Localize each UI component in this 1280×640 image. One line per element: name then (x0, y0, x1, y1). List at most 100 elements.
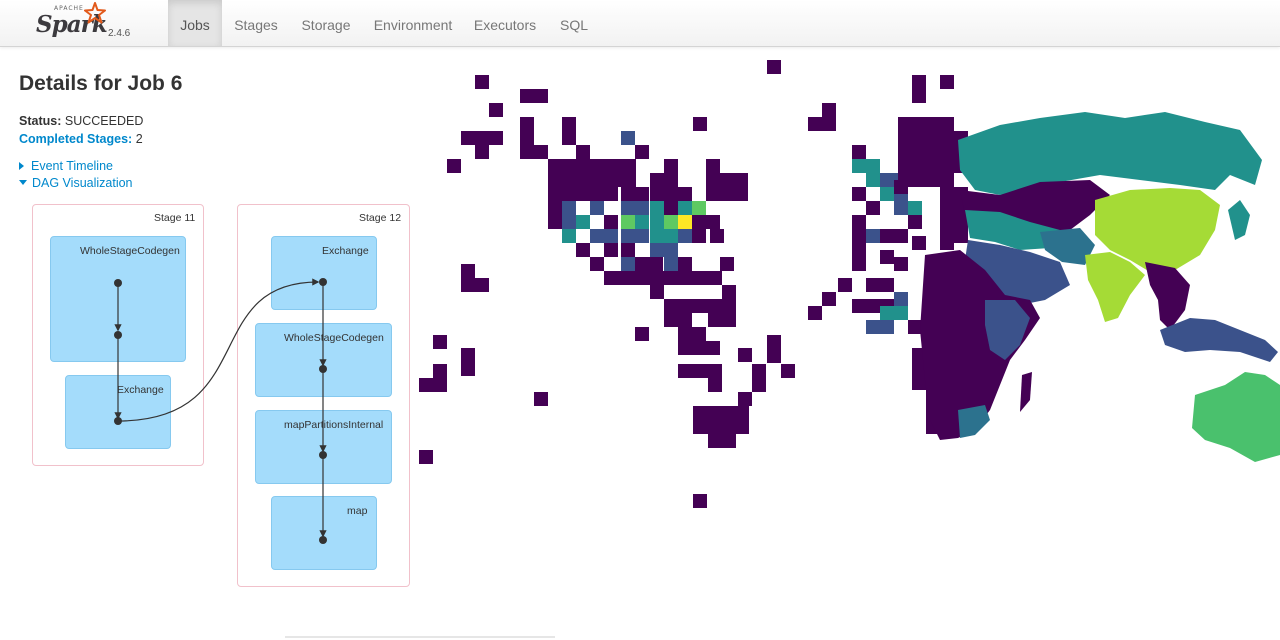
map-cell (576, 243, 590, 257)
job-status: Status: SUCCEEDED (19, 114, 143, 128)
map-cell (621, 229, 649, 243)
op-label-exchange-s12: Exchange (322, 245, 369, 257)
completed-stages-label[interactable]: Completed Stages: (19, 132, 132, 146)
map-cell (678, 229, 692, 243)
map-cell (852, 159, 880, 173)
map-cell (635, 215, 649, 229)
map-cell (678, 327, 706, 341)
map-cell (475, 75, 489, 89)
map-cell (708, 434, 736, 448)
spark-logo[interactable]: APACHE Spark 2.4.6 (34, 2, 144, 44)
map-cell (852, 145, 866, 159)
map-cell (604, 243, 618, 257)
status-label: Status: (19, 114, 62, 128)
event-timeline-toggle[interactable]: Event Timeline (19, 159, 113, 173)
map-cell (461, 348, 475, 376)
map-cell (738, 348, 752, 362)
tab-executors[interactable]: Executors (466, 0, 544, 46)
map-cell (447, 159, 461, 173)
map-cell (433, 335, 447, 349)
tab-sql[interactable]: SQL (548, 0, 600, 46)
map-cell (548, 187, 562, 229)
map-cell (489, 103, 503, 117)
spark-version: 2.4.6 (108, 28, 131, 39)
completed-stages[interactable]: Completed Stages: 2 (19, 132, 143, 146)
map-cell (650, 201, 664, 215)
map-cell (562, 117, 576, 145)
map-cell (664, 159, 678, 173)
dag-visualization-label[interactable]: DAG Visualization (32, 176, 133, 190)
map-cell (534, 145, 548, 159)
tab-jobs[interactable]: Jobs (168, 0, 222, 46)
map-cell (894, 229, 908, 243)
map-region-south-africa (958, 405, 990, 438)
map-cell (708, 378, 722, 392)
tab-stages[interactable]: Stages (224, 0, 288, 46)
status-value: SUCCEEDED (64, 114, 144, 128)
map-cell (908, 215, 922, 229)
tab-storage[interactable]: Storage (291, 0, 361, 46)
map-cell (692, 341, 720, 355)
map-cell (650, 173, 678, 201)
map-cell (722, 285, 736, 299)
map-cell (548, 159, 636, 187)
map-cell (898, 117, 926, 187)
map-cell (621, 215, 635, 229)
map-regions (920, 112, 1280, 462)
map-cell (562, 229, 576, 243)
dag-visualization-toggle[interactable]: DAG Visualization (19, 176, 133, 190)
map-cell (621, 187, 649, 201)
map-cells (419, 60, 968, 508)
bottom-divider (285, 636, 555, 638)
map-cell (693, 117, 707, 131)
map-region-madagascar (1020, 372, 1032, 412)
map-cell (621, 257, 635, 271)
map-cell (693, 406, 749, 434)
map-region-japan (1228, 200, 1250, 240)
map-cell (693, 494, 707, 508)
map-region-southeast-asia (1145, 262, 1190, 330)
map-cell (621, 131, 635, 145)
map-cell (852, 187, 866, 201)
map-cell (604, 187, 618, 201)
map-cell (908, 320, 922, 334)
event-timeline-label[interactable]: Event Timeline (31, 159, 113, 173)
op-label-map-s12: map (347, 505, 368, 517)
map-region-russia (958, 112, 1262, 195)
map-cell (562, 187, 604, 201)
map-cell (461, 264, 475, 278)
map-cell (635, 257, 663, 271)
map-cell (576, 145, 590, 159)
map-region-indonesia (1160, 318, 1278, 362)
map-cell (880, 229, 894, 243)
map-cell (664, 201, 678, 215)
completed-stages-count: 2 (135, 132, 143, 146)
map-cell (678, 364, 722, 378)
map-cell (650, 285, 664, 299)
map-cell (590, 229, 618, 243)
map-cell (520, 117, 534, 159)
top-navbar: APACHE Spark 2.4.6 Jobs Stages Storage E… (0, 0, 1280, 47)
map-cell (461, 278, 489, 292)
map-cell (692, 229, 706, 243)
map-cell (767, 335, 781, 363)
map-cell (866, 201, 880, 215)
map-cell (475, 145, 489, 159)
map-cell (664, 299, 736, 313)
map-cell (866, 278, 894, 292)
map-cell (650, 243, 678, 257)
map-cell (678, 201, 692, 215)
tab-environment[interactable]: Environment (364, 0, 462, 46)
map-cell (664, 313, 692, 327)
map-cell (635, 327, 649, 341)
map-cell (678, 341, 692, 355)
map-cell (781, 364, 795, 378)
op-label-mappartitionsinternal-s12: mapPartitionsInternal (284, 419, 384, 431)
map-cell (822, 292, 836, 306)
map-cell (534, 392, 548, 406)
map-cell (664, 257, 678, 271)
map-cell (894, 292, 908, 306)
map-cell (621, 201, 649, 215)
page-title: Details for Job 6 (19, 72, 183, 95)
map-cell (678, 215, 692, 229)
